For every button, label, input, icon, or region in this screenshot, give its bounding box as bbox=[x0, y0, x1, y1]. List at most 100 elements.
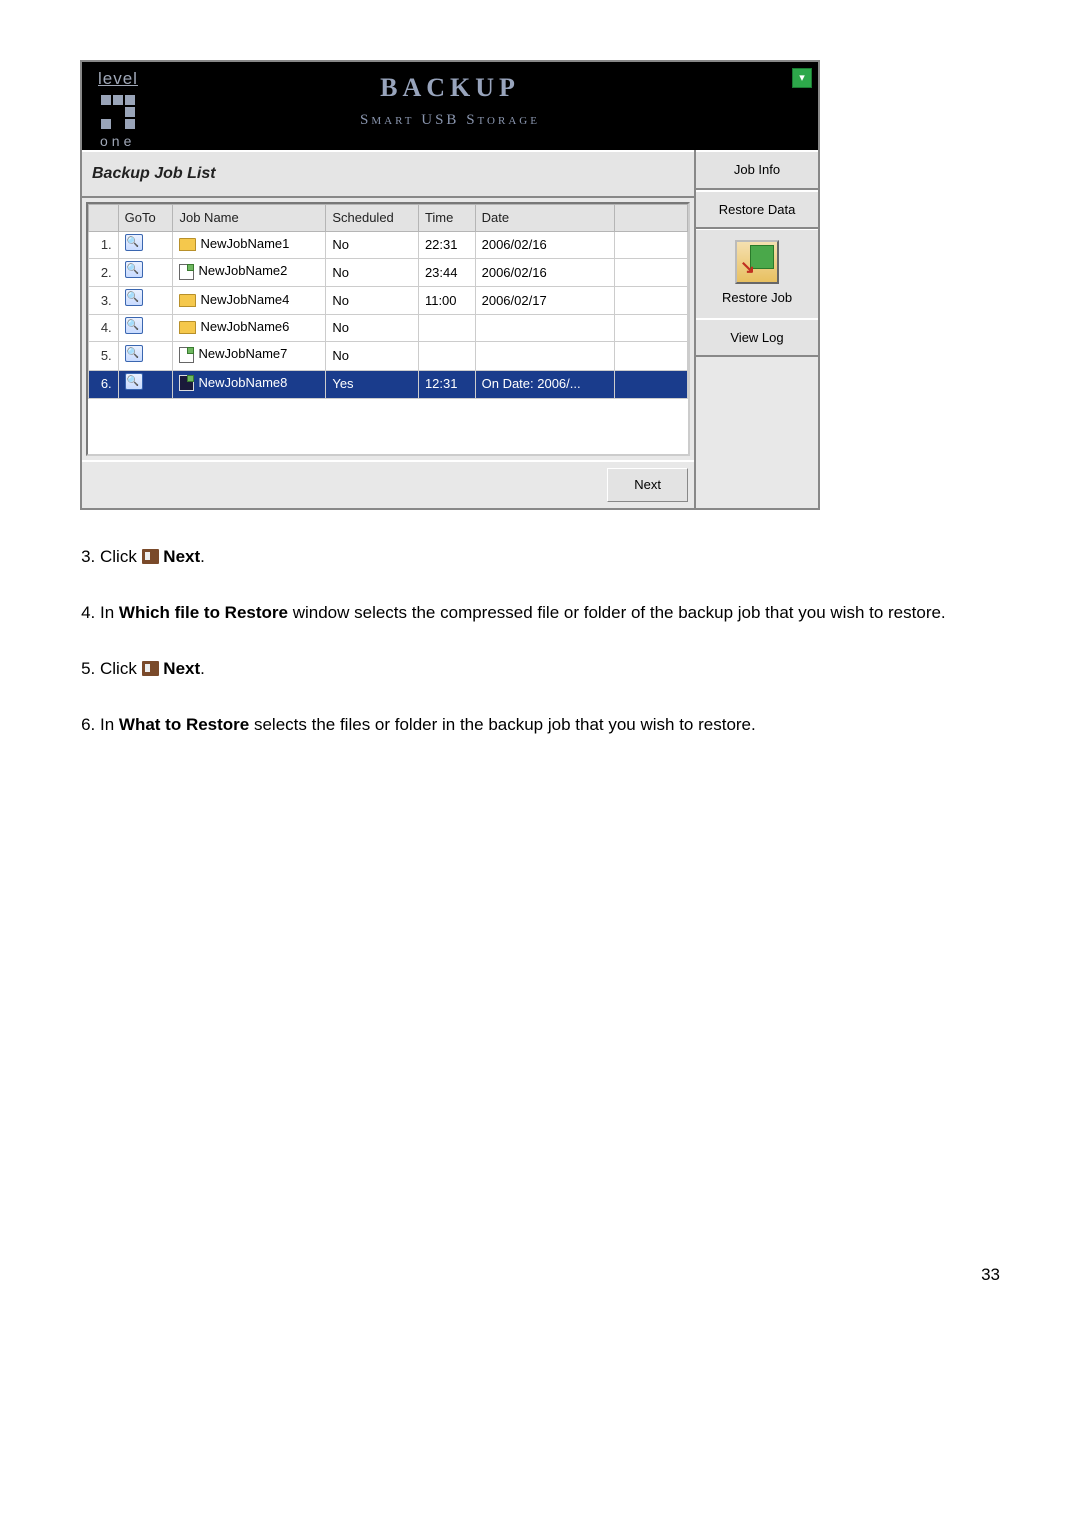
cell-date: 2006/02/16 bbox=[475, 231, 614, 259]
col-scheduled[interactable]: Scheduled bbox=[326, 205, 419, 232]
cell-extra bbox=[615, 287, 688, 315]
cell-time: 23:44 bbox=[418, 259, 475, 287]
goto-icon[interactable] bbox=[125, 261, 143, 278]
view-log-button[interactable]: View Log bbox=[696, 318, 818, 358]
cell-jobname: NewJobName7 bbox=[173, 342, 326, 370]
cell-time: 11:00 bbox=[418, 287, 475, 315]
main-panel: Backup Job List GoTo Job Name Scheduled … bbox=[82, 150, 696, 508]
col-extra[interactable] bbox=[615, 205, 688, 232]
text-bold: What to Restore bbox=[119, 715, 249, 734]
table-row[interactable]: 2. NewJobName2No23:442006/02/16 bbox=[89, 259, 688, 287]
text-bold: Next bbox=[163, 659, 200, 678]
text: Click bbox=[100, 547, 142, 566]
cell-extra bbox=[615, 231, 688, 259]
app-title: BACKUP bbox=[360, 68, 540, 107]
cell-goto[interactable] bbox=[118, 342, 173, 370]
content-row: Backup Job List GoTo Job Name Scheduled … bbox=[82, 150, 818, 508]
cell-date bbox=[475, 314, 614, 342]
restore-data-button[interactable]: Restore Data bbox=[696, 190, 818, 230]
text: window selects the compressed file or fo… bbox=[288, 603, 946, 622]
restore-section: Restore Job bbox=[696, 229, 818, 318]
col-index[interactable] bbox=[89, 205, 119, 232]
panel-title: Backup Job List bbox=[82, 150, 694, 198]
col-date[interactable]: Date bbox=[475, 205, 614, 232]
goto-icon[interactable] bbox=[125, 234, 143, 251]
table-row[interactable]: 6. NewJobName8Yes12:31On Date: 2006/... bbox=[89, 370, 688, 398]
restore-job-label: Restore Job bbox=[722, 288, 792, 308]
logo-text-top: level bbox=[98, 66, 138, 92]
cell-extra bbox=[615, 314, 688, 342]
cell-scheduled: No bbox=[326, 231, 419, 259]
col-jobname[interactable]: Job Name bbox=[173, 205, 326, 232]
sidebar: Job Info Restore Data Restore Job View L… bbox=[696, 150, 818, 357]
cell-goto[interactable] bbox=[118, 231, 173, 259]
cell-extra bbox=[615, 342, 688, 370]
document-icon bbox=[179, 347, 194, 363]
job-table-container: GoTo Job Name Scheduled Time Date 1. New… bbox=[86, 202, 690, 456]
goto-icon[interactable] bbox=[125, 317, 143, 334]
cell-goto[interactable] bbox=[118, 287, 173, 315]
folder-icon bbox=[179, 294, 196, 307]
text: In bbox=[100, 603, 119, 622]
window-dropdown-button[interactable]: ▾ bbox=[792, 68, 812, 88]
document-dark-icon bbox=[179, 375, 194, 391]
folder-icon bbox=[179, 238, 196, 251]
cell-time bbox=[418, 342, 475, 370]
cell-jobname: NewJobName6 bbox=[173, 314, 326, 342]
table-row[interactable]: 4. NewJobName6No bbox=[89, 314, 688, 342]
table-row[interactable]: 1. NewJobName1No22:312006/02/16 bbox=[89, 231, 688, 259]
goto-icon[interactable] bbox=[125, 345, 143, 362]
text-bold: Next bbox=[163, 547, 200, 566]
cell-time: 22:31 bbox=[418, 231, 475, 259]
cell-goto[interactable] bbox=[118, 370, 173, 398]
logo-text-bottom: one bbox=[100, 131, 135, 152]
app-subtitle: Smart USB Storage bbox=[360, 109, 540, 132]
cell-scheduled: Yes bbox=[326, 370, 419, 398]
cell-date: 2006/02/16 bbox=[475, 259, 614, 287]
text: . bbox=[200, 547, 205, 566]
instruction-step-6: In What to Restore selects the files or … bbox=[100, 708, 1000, 742]
cell-scheduled: No bbox=[326, 287, 419, 315]
cell-date bbox=[475, 342, 614, 370]
cell-scheduled: No bbox=[326, 259, 419, 287]
text: In bbox=[100, 715, 119, 734]
cell-scheduled: No bbox=[326, 342, 419, 370]
app-header: level one BACKUP Smart USB Storage ▾ bbox=[82, 62, 818, 150]
text-bold: Which file to Restore bbox=[119, 603, 288, 622]
col-goto[interactable]: GoTo bbox=[118, 205, 173, 232]
goto-icon[interactable] bbox=[125, 289, 143, 306]
cell-scheduled: No bbox=[326, 314, 419, 342]
next-mini-icon bbox=[142, 549, 159, 564]
job-table: GoTo Job Name Scheduled Time Date 1. New… bbox=[88, 204, 688, 399]
text: selects the files or folder in the backu… bbox=[249, 715, 756, 734]
col-time[interactable]: Time bbox=[418, 205, 475, 232]
cell-goto[interactable] bbox=[118, 259, 173, 287]
logo-grid-icon bbox=[101, 95, 147, 129]
cell-index: 5. bbox=[89, 342, 119, 370]
restore-job-icon[interactable] bbox=[735, 240, 779, 284]
text: Click bbox=[100, 659, 142, 678]
cell-jobname: NewJobName4 bbox=[173, 287, 326, 315]
next-button[interactable]: Next bbox=[607, 468, 688, 502]
cell-time: 12:31 bbox=[418, 370, 475, 398]
instruction-step-5: Click Next. bbox=[100, 652, 1000, 686]
next-mini-icon bbox=[142, 661, 159, 676]
cell-goto[interactable] bbox=[118, 314, 173, 342]
cell-index: 3. bbox=[89, 287, 119, 315]
cell-index: 6. bbox=[89, 370, 119, 398]
instruction-step-4: In Which file to Restore window selects … bbox=[100, 596, 1000, 630]
goto-icon[interactable] bbox=[125, 373, 143, 390]
cell-index: 1. bbox=[89, 231, 119, 259]
cell-jobname: NewJobName1 bbox=[173, 231, 326, 259]
text: . bbox=[200, 659, 205, 678]
cell-date: On Date: 2006/... bbox=[475, 370, 614, 398]
cell-jobname: NewJobName8 bbox=[173, 370, 326, 398]
job-info-button[interactable]: Job Info bbox=[696, 150, 818, 190]
folder-icon bbox=[179, 321, 196, 334]
instruction-list: Click Next. In Which file to Restore win… bbox=[80, 540, 1000, 742]
table-row[interactable]: 3. NewJobName4No11:002006/02/17 bbox=[89, 287, 688, 315]
table-row[interactable]: 5. NewJobName7No bbox=[89, 342, 688, 370]
cell-extra bbox=[615, 370, 688, 398]
document-icon bbox=[179, 264, 194, 280]
cell-index: 4. bbox=[89, 314, 119, 342]
